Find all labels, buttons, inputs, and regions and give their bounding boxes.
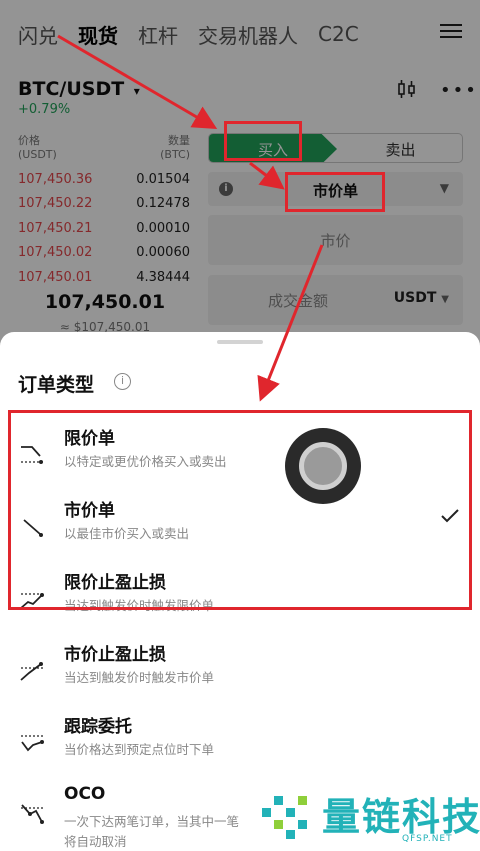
option-desc: 当达到触发价时触发市价单 — [64, 670, 215, 685]
option-oco[interactable]: OCO 一次下达两笔订单，当其中一笔 将自动取消 — [0, 784, 480, 851]
check-icon — [441, 509, 459, 523]
option-desc: 一次下达两笔订单，当其中一笔 — [64, 814, 240, 829]
option-limit-tp-sl[interactable]: 限价止盈止损 当达到触发价时触发限价单 — [0, 568, 480, 638]
sheet-drag-handle[interactable] — [217, 340, 263, 344]
limit-tp-sl-icon — [20, 593, 45, 609]
option-name: 市价单 — [64, 501, 115, 521]
option-desc-line2: 将自动取消 — [64, 834, 127, 849]
option-name: 限价单 — [64, 429, 115, 449]
option-name: 限价止盈止损 — [64, 573, 166, 593]
limit-order-icon — [21, 446, 44, 464]
option-name: 跟踪委托 — [64, 717, 132, 737]
oco-icon — [21, 804, 45, 824]
option-name: 市价止盈止损 — [64, 645, 166, 665]
option-market-tp-sl[interactable]: 市价止盈止损 当达到触发价时触发市价单 — [0, 640, 480, 710]
option-desc: 当达到触发价时触发限价单 — [64, 598, 215, 613]
market-tp-sl-icon — [20, 662, 45, 681]
info-icon[interactable]: i — [114, 373, 131, 390]
option-desc: 当价格达到预定点位时下单 — [64, 742, 215, 757]
market-order-icon — [23, 519, 43, 537]
order-type-sheet: 订单类型 i 限价单 以特定或更优价格买入或卖出 市价单 以最佳市价买入或卖出 … — [0, 332, 480, 851]
option-market-order[interactable]: 市价单 以最佳市价买入或卖出 — [0, 496, 480, 566]
sheet-title: 订单类型 — [18, 374, 95, 396]
trailing-order-icon — [21, 735, 45, 752]
option-desc: 以特定或更优价格买入或卖出 — [64, 454, 227, 469]
option-name: OCO — [64, 784, 106, 804]
option-limit-order[interactable]: 限价单 以特定或更优价格买入或卖出 — [0, 424, 480, 494]
option-desc: 以最佳市价买入或卖出 — [64, 526, 190, 541]
option-trailing-order[interactable]: 跟踪委托 当价格达到预定点位时下单 — [0, 712, 480, 782]
